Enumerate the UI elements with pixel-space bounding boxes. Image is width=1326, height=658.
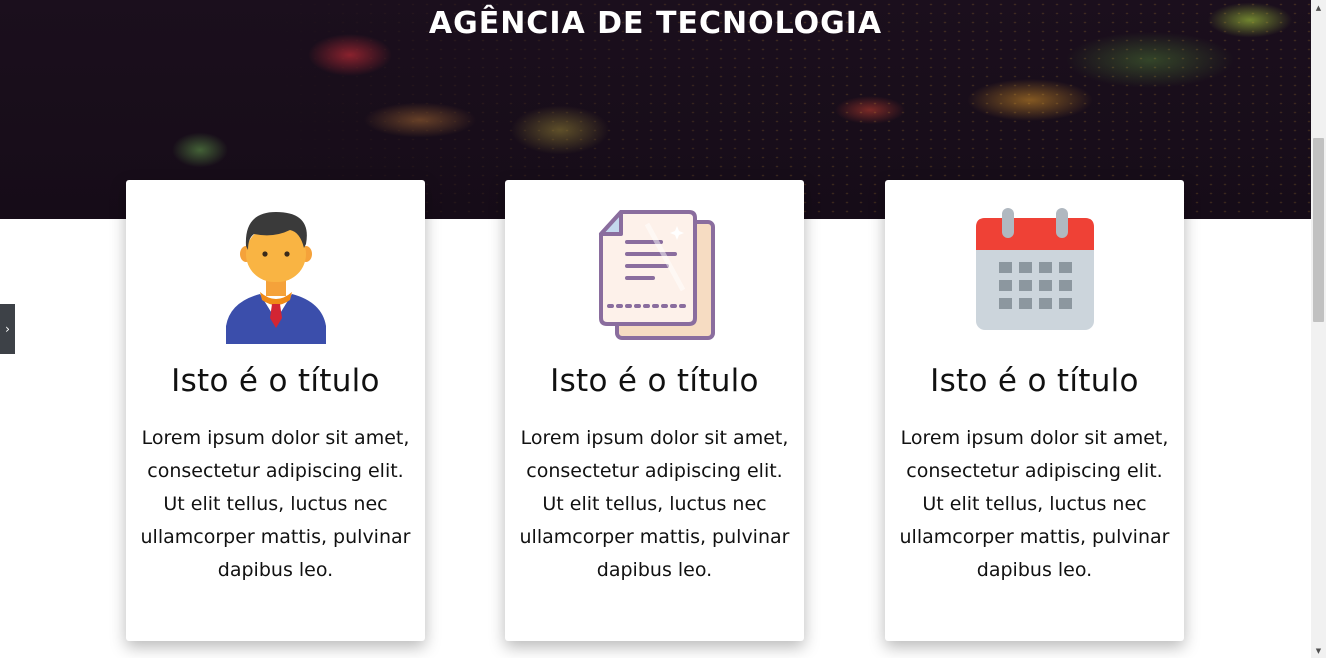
feature-card-3: Isto é o título Lorem ipsum dolor sit am… — [885, 180, 1184, 641]
vertical-scrollbar[interactable]: ▲ ▼ — [1311, 0, 1326, 658]
card-text: Lorem ipsum dolor sit amet, consectetur … — [899, 427, 1170, 581]
card-text: Lorem ipsum dolor sit amet, consectetur … — [140, 427, 411, 581]
businessman-icon — [126, 204, 425, 344]
chevron-right-icon: › — [5, 322, 10, 336]
feature-card-1: Isto é o título Lorem ipsum dolor sit am… — [126, 180, 425, 641]
page: AGÊNCIA DE TECNOLOGIA › Isto é o título … — [0, 0, 1326, 658]
feature-card-2: Isto é o título Lorem ipsum dolor sit am… — [505, 180, 804, 641]
card-title: Isto é o título — [171, 363, 380, 399]
scroll-up-arrow-icon[interactable]: ▲ — [1311, 0, 1326, 15]
hero-title: AGÊNCIA DE TECNOLOGIA — [428, 6, 883, 42]
scrollbar-thumb[interactable] — [1313, 138, 1324, 322]
scroll-down-arrow-icon[interactable]: ▼ — [1311, 643, 1326, 658]
side-panel-toggle[interactable]: › — [0, 304, 15, 354]
document-icon — [505, 204, 804, 344]
card-text: Lorem ipsum dolor sit amet, consectetur … — [519, 427, 790, 581]
card-title: Isto é o título — [930, 363, 1139, 399]
card-title: Isto é o título — [550, 363, 759, 399]
calendar-icon — [885, 204, 1184, 344]
